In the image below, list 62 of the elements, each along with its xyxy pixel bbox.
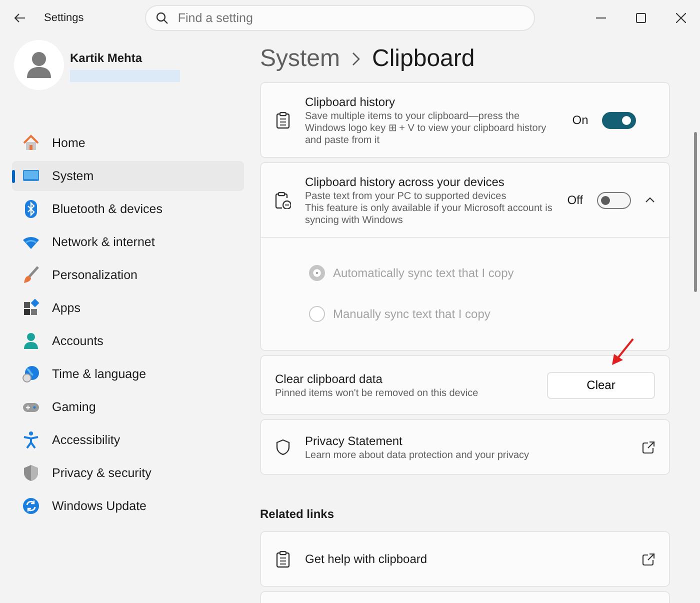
- globe-clock-icon: [22, 365, 40, 383]
- sidebar-item[interactable]: Accessibility: [12, 425, 244, 455]
- chevron-right-icon: [352, 52, 360, 66]
- setting-description: This feature is only available if your Microsoft account is syncing with Windows: [305, 203, 554, 227]
- window-title: Settings: [44, 10, 84, 26]
- search-icon: [156, 12, 168, 24]
- annotation-arrow: [609, 338, 635, 366]
- sidebar-item[interactable]: Personalization: [12, 260, 244, 290]
- setting-title: Clear clipboard data: [275, 371, 384, 388]
- back-icon[interactable]: [14, 13, 26, 23]
- selection-indicator: [12, 170, 15, 183]
- apps-icon: [22, 299, 40, 317]
- bluetooth-icon: [22, 200, 40, 218]
- clear-button[interactable]: Clear: [547, 372, 655, 398]
- setting-description: Save multiple items to your clipboard—press the Windows logo key ⊞ + V to view your clipboard history and paste from it: [305, 111, 548, 147]
- search-box[interactable]: Find a setting: [144, 5, 535, 31]
- section-heading: Related links: [260, 506, 336, 523]
- setting-title: Privacy Statement: [305, 433, 404, 450]
- clipboard-icon: [275, 192, 291, 208]
- setting-title: Clipboard history: [305, 94, 396, 111]
- sidebar-item[interactable]: Apps: [12, 293, 244, 323]
- maximize-icon[interactable]: [636, 13, 646, 23]
- radio-label: Automatically sync text that I copy: [333, 264, 514, 282]
- sidebar-item[interactable]: Time & language: [12, 359, 244, 389]
- brush-icon: [22, 266, 40, 284]
- clipboard-icon: [275, 550, 291, 568]
- related-link-card[interactable]: Get help with clipboard: [260, 531, 670, 587]
- sidebar-item[interactable]: Home: [12, 128, 244, 158]
- chevron-up-icon[interactable]: [645, 195, 655, 205]
- sidebar-item[interactable]: Network & internet: [12, 227, 244, 257]
- external-link-icon[interactable]: [642, 440, 655, 454]
- sidebar-item[interactable]: System: [12, 161, 244, 191]
- sidebar-item[interactable]: Accounts: [12, 326, 244, 356]
- toggle-state-label: Off: [567, 192, 583, 209]
- toggle-switch[interactable]: [602, 112, 636, 128]
- radio-label: Manually sync text that I copy: [333, 306, 490, 322]
- link-title: Get help with clipboard: [305, 551, 428, 568]
- sidebar-item[interactable]: Privacy & security: [12, 458, 244, 488]
- page-title: Clipboard: [372, 44, 475, 74]
- sync-icon: [22, 497, 40, 515]
- toggle-switch[interactable]: [597, 192, 631, 208]
- home-icon: [22, 134, 40, 152]
- setting-description: Paste text from your PC to supported devices: [305, 191, 508, 203]
- shield-icon: [275, 438, 291, 456]
- profile-name: Kartik Mehta: [70, 50, 144, 66]
- external-link-icon[interactable]: [642, 552, 655, 566]
- shield-icon: [22, 464, 40, 482]
- sidebar-item[interactable]: Windows Update: [12, 491, 244, 521]
- sidebar-item[interactable]: Gaming: [12, 392, 244, 422]
- sidebar-item[interactable]: Bluetooth & devices: [12, 194, 244, 224]
- search-field[interactable]: Find a setting: [176, 8, 524, 28]
- setting-description: Pinned items won't be removed on this device: [275, 388, 480, 400]
- breadcrumb-link[interactable]: System: [260, 41, 340, 77]
- person-icon: [22, 332, 40, 350]
- clipboard-icon: [275, 112, 291, 128]
- accessibility-icon: [22, 431, 40, 449]
- avatar: [14, 40, 64, 90]
- toggle-state-label: On: [572, 112, 588, 129]
- settings-card[interactable]: Privacy Statement Learn more about data protection and your privacy: [260, 419, 670, 475]
- setting-title: Clipboard history across your devices: [305, 174, 506, 191]
- close-icon[interactable]: [676, 13, 686, 23]
- setting-description: Learn more about data protection and your privacy: [305, 450, 530, 462]
